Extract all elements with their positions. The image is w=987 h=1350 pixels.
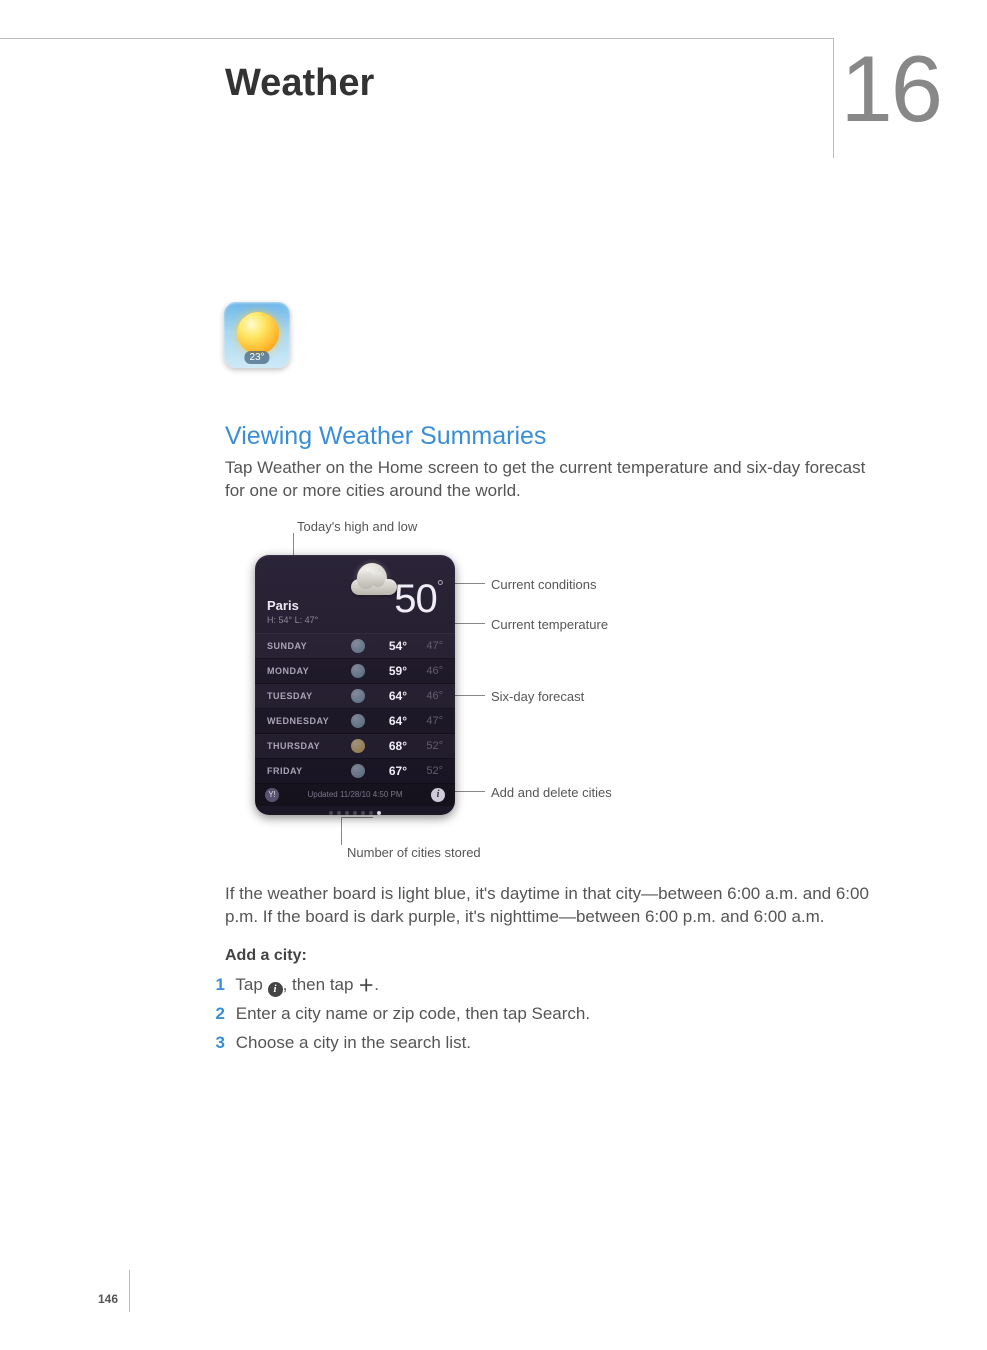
sun-icon [237,312,279,354]
forecast-day: TUESDAY [267,691,339,701]
step-2: 2 Enter a city name or zip code, then ta… [205,1000,875,1029]
step-number: 2 [205,1000,225,1029]
today-high-low: H: 54° L: 47° [267,615,318,625]
forecast-row: FRIDAY 67° 52° [255,759,455,784]
callout-add-delete-cities: Add and delete cities [491,785,612,800]
rain-icon [351,764,365,778]
current-temperature-value: 50 [394,577,437,621]
page-dot[interactable] [353,811,357,815]
section-intro: Tap Weather on the Home screen to get th… [225,457,875,503]
callout-current-temperature: Current temperature [491,617,608,632]
chapter-title: Weather [225,62,374,105]
weather-app-icon: 23° [224,302,290,368]
degree-symbol: ° [437,577,443,597]
rule-vertical [833,38,834,158]
widget-footer: Y! Updated 11/28/10 4:50 PM i [255,784,455,806]
forecast-low: 47° [419,715,443,727]
callout-current-conditions: Current conditions [491,577,597,592]
rule-side [129,1270,130,1312]
step-1-text-c: . [374,975,379,994]
callout-number-of-cities: Number of cities stored [347,845,481,860]
callout-today-high-low: Today's high and low [297,519,417,534]
forecast-row: THURSDAY 68° 52° [255,734,455,759]
leader-line [453,791,485,792]
forecast-low: 47° [419,640,443,652]
page-number: 146 [98,1292,118,1306]
page-dot[interactable] [329,811,333,815]
forecast-day: MONDAY [267,666,339,676]
forecast-row: TUESDAY 64° 46° [255,684,455,709]
leader-line [341,817,342,845]
step-1: 1 Tap i, then tap ＋. [205,971,875,1000]
daytime-nighttime-note: If the weather board is light blue, it's… [225,883,875,929]
forecast-row: SUNDAY 54° 47° [255,634,455,659]
city-name: Paris [267,598,299,613]
forecast-high: 64° [377,689,407,703]
info-icon: i [268,982,283,997]
rain-icon [351,664,365,678]
forecast-low: 46° [419,690,443,702]
step-1-text-b: , then tap [283,975,359,994]
rain-icon [351,639,365,653]
forecast-list: SUNDAY 54° 47° MONDAY 59° 46° TUESDAY 64° 46° WED… [255,633,455,784]
step-2-text: Enter a city name or zip code, then tap … [236,1004,590,1023]
cloud-icon [351,579,397,595]
step-1-text-a: Tap [235,975,267,994]
forecast-high: 59° [377,664,407,678]
page-dot[interactable] [377,811,381,815]
forecast-high: 67° [377,764,407,778]
updated-timestamp: Updated 11/28/10 4:50 PM [307,790,402,799]
forecast-high: 64° [377,714,407,728]
forecast-row: MONDAY 59° 46° [255,659,455,684]
callout-six-day-forecast: Six-day forecast [491,689,584,704]
rule-horizontal [0,38,833,39]
step-number: 1 [205,971,225,1000]
info-icon[interactable]: i [431,788,445,802]
add-a-city-heading: Add a city: [225,947,875,965]
forecast-day: FRIDAY [267,766,339,776]
rain-icon [351,689,365,703]
step-3-text: Choose a city in the search list. [236,1033,471,1052]
chapter-number: 16 [840,35,941,143]
step-number: 3 [205,1029,225,1058]
page-dot[interactable] [337,811,341,815]
forecast-low: 46° [419,665,443,677]
weather-widget: Paris H: 54° L: 47° 50° SUNDAY 54° 47° MOND… [255,555,455,815]
annotated-figure: Today's high and low Current conditions … [225,519,785,879]
forecast-high: 68° [377,739,407,753]
yahoo-icon[interactable]: Y! [265,788,279,802]
forecast-low: 52° [419,765,443,777]
forecast-day: SUNDAY [267,641,339,651]
leader-line [341,817,373,818]
forecast-high: 54° [377,639,407,653]
rain-icon [351,714,365,728]
icon-temperature-badge: 23° [244,351,269,364]
steps-list: 1 Tap i, then tap ＋. 2 Enter a city name… [225,971,875,1058]
page-indicator[interactable] [255,806,455,815]
section-heading: Viewing Weather Summaries [225,422,875,451]
step-3: 3 Choose a city in the search list. [205,1029,875,1058]
forecast-row: WEDNESDAY 64° 47° [255,709,455,734]
page-dot[interactable] [361,811,365,815]
sun-icon [351,739,365,753]
page-dot[interactable] [369,811,373,815]
page-dot[interactable] [345,811,349,815]
forecast-day: WEDNESDAY [267,716,339,726]
widget-header: Paris H: 54° L: 47° 50° [255,555,455,633]
forecast-day: THURSDAY [267,741,339,751]
plus-icon: ＋ [358,979,374,995]
forecast-low: 52° [419,740,443,752]
current-temperature: 50° [394,577,443,622]
leader-line [453,695,485,696]
